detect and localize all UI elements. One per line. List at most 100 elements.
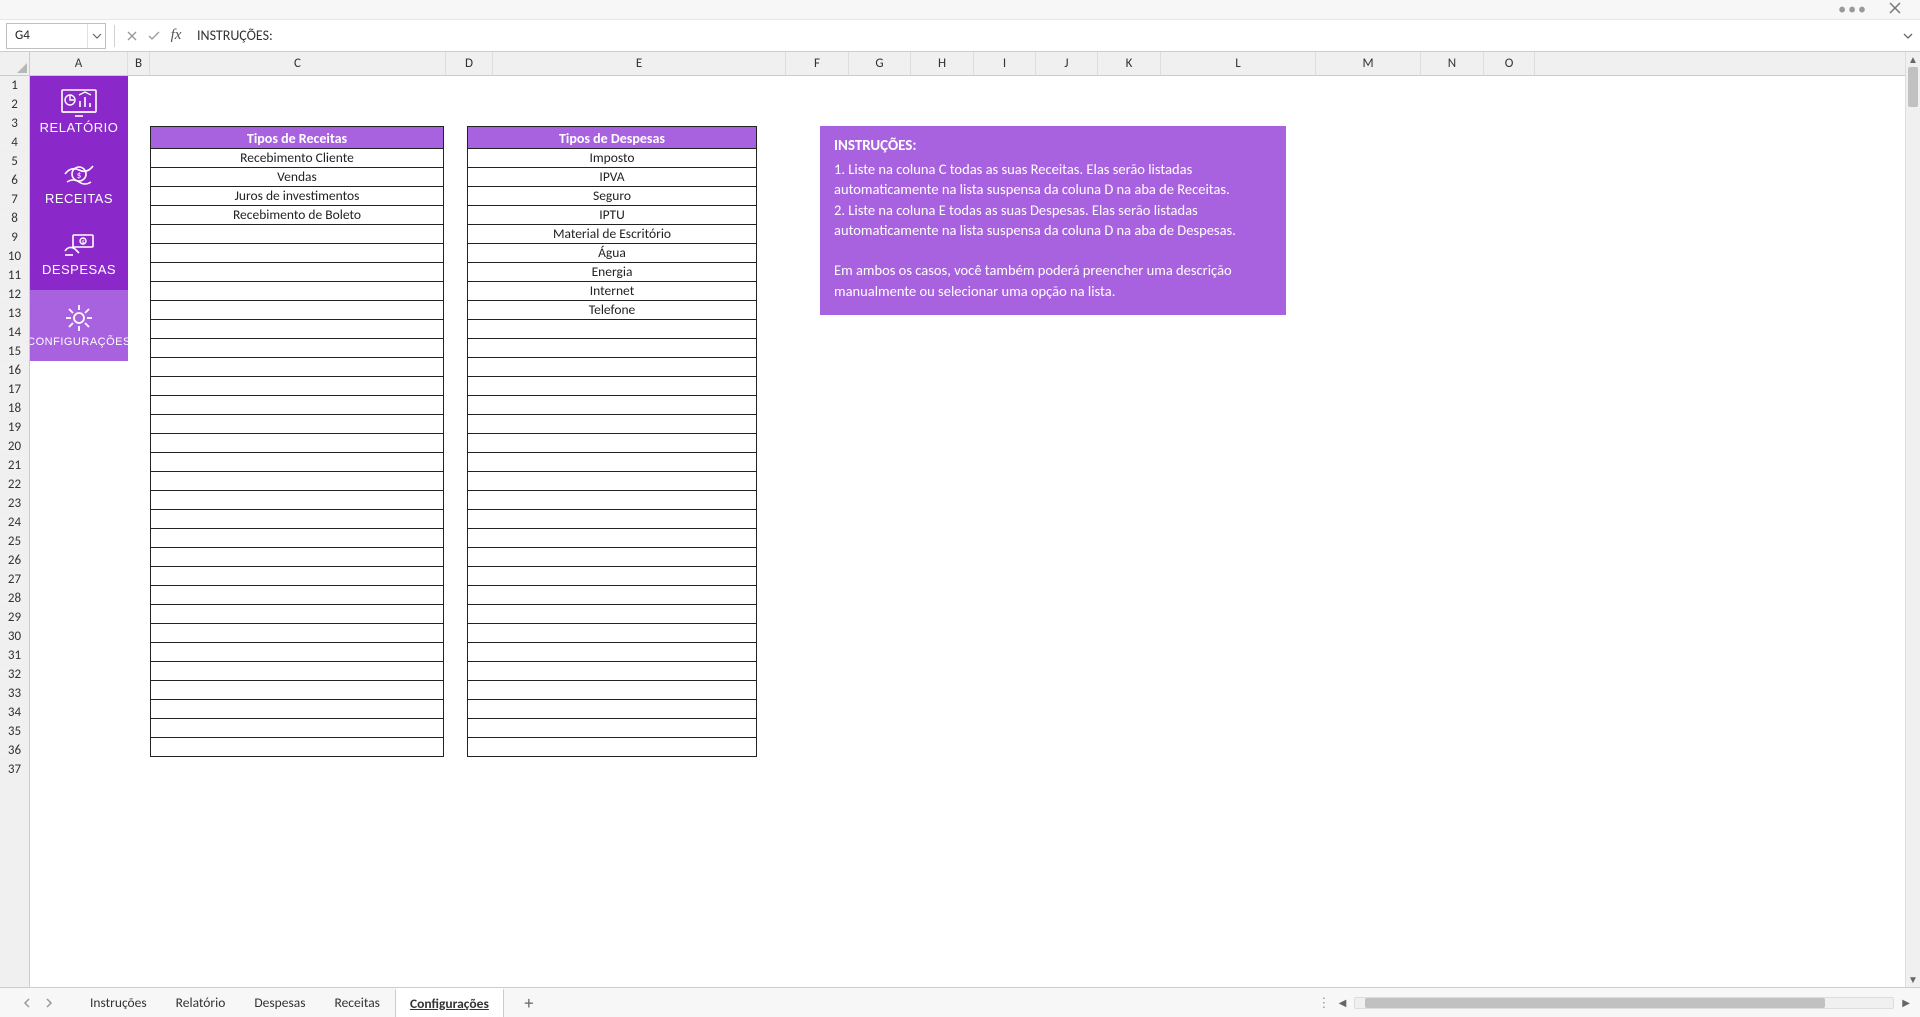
row-header-4[interactable]: 4	[0, 133, 29, 152]
row-header-9[interactable]: 9	[0, 228, 29, 247]
receitas-cell[interactable]	[150, 738, 444, 757]
receitas-cell[interactable]	[150, 491, 444, 510]
despesas-cell[interactable]	[467, 681, 757, 700]
horizontal-scrollbar[interactable]	[1354, 997, 1894, 1009]
row-header-28[interactable]: 28	[0, 589, 29, 608]
despesas-cell[interactable]	[467, 586, 757, 605]
despesas-cell[interactable]	[467, 358, 757, 377]
receitas-cell[interactable]: Recebimento de Boleto	[150, 206, 444, 225]
receitas-cell[interactable]: Juros de investimentos	[150, 187, 444, 206]
insert-function-button[interactable]: fx	[165, 25, 187, 47]
despesas-cell[interactable]	[467, 396, 757, 415]
receitas-cell[interactable]: Recebimento Cliente	[150, 149, 444, 168]
cell-grid[interactable]: RELATÓRIO $ RECEITAS $	[30, 76, 1905, 987]
row-header-23[interactable]: 23	[0, 494, 29, 513]
despesas-cell[interactable]	[467, 548, 757, 567]
row-header-12[interactable]: 12	[0, 285, 29, 304]
receitas-cell[interactable]	[150, 624, 444, 643]
row-header-26[interactable]: 26	[0, 551, 29, 570]
receitas-cell[interactable]: Vendas	[150, 168, 444, 187]
tab-next-button[interactable]	[40, 994, 58, 1012]
row-header-24[interactable]: 24	[0, 513, 29, 532]
row-header-7[interactable]: 7	[0, 190, 29, 209]
horizontal-scroll-thumb[interactable]	[1365, 998, 1825, 1008]
receitas-cell[interactable]	[150, 662, 444, 681]
despesas-cell[interactable]: Água	[467, 244, 757, 263]
row-header-30[interactable]: 30	[0, 627, 29, 646]
receitas-cell[interactable]	[150, 301, 444, 320]
receitas-cell[interactable]	[150, 244, 444, 263]
row-header-13[interactable]: 13	[0, 304, 29, 323]
despesas-cell[interactable]: Internet	[467, 282, 757, 301]
despesas-cell[interactable]: IPTU	[467, 206, 757, 225]
row-header-21[interactable]: 21	[0, 456, 29, 475]
scroll-down-arrow[interactable]: ▼	[1906, 972, 1920, 987]
receitas-cell[interactable]	[150, 415, 444, 434]
row-header-10[interactable]: 10	[0, 247, 29, 266]
despesas-cell[interactable]	[467, 529, 757, 548]
nav-receitas[interactable]: $ RECEITAS	[30, 147, 128, 218]
column-headers[interactable]: ABCDEFGHIJKLMNO	[30, 52, 1905, 76]
despesas-cell[interactable]: Energia	[467, 263, 757, 282]
despesas-cell[interactable]	[467, 738, 757, 757]
despesas-cell[interactable]	[467, 415, 757, 434]
row-header-20[interactable]: 20	[0, 437, 29, 456]
tab-split-handle[interactable]: ⋮	[1317, 994, 1331, 1011]
receitas-cell[interactable]	[150, 377, 444, 396]
column-header-L[interactable]: L	[1161, 52, 1316, 75]
vertical-scroll-thumb[interactable]	[1908, 67, 1918, 107]
receitas-cell[interactable]	[150, 263, 444, 282]
despesas-cell[interactable]: IPVA	[467, 168, 757, 187]
column-header-G[interactable]: G	[849, 52, 911, 75]
column-header-J[interactable]: J	[1036, 52, 1098, 75]
row-header-19[interactable]: 19	[0, 418, 29, 437]
column-header-C[interactable]: C	[150, 52, 446, 75]
nav-despesas[interactable]: $ DESPESAS	[30, 219, 128, 290]
column-header-A[interactable]: A	[30, 52, 128, 75]
column-header-I[interactable]: I	[974, 52, 1036, 75]
row-headers[interactable]: 1234567891011121314151617181920212223242…	[0, 76, 30, 987]
column-header-H[interactable]: H	[911, 52, 974, 75]
sheet-tab-instruções[interactable]: Instruções	[76, 988, 162, 1017]
row-header-35[interactable]: 35	[0, 722, 29, 741]
row-header-31[interactable]: 31	[0, 646, 29, 665]
receitas-cell[interactable]	[150, 225, 444, 244]
receitas-cell[interactable]	[150, 548, 444, 567]
despesas-cell[interactable]	[467, 510, 757, 529]
despesas-cell[interactable]	[467, 377, 757, 396]
column-header-M[interactable]: M	[1316, 52, 1421, 75]
vertical-scrollbar[interactable]: ▲ ▼	[1905, 52, 1920, 987]
receitas-cell[interactable]	[150, 282, 444, 301]
hscroll-left-arrow[interactable]: ◀	[1339, 996, 1347, 1009]
row-header-22[interactable]: 22	[0, 475, 29, 494]
row-header-32[interactable]: 32	[0, 665, 29, 684]
despesas-cell[interactable]	[467, 567, 757, 586]
despesas-cell[interactable]	[467, 719, 757, 738]
receitas-cell[interactable]	[150, 605, 444, 624]
row-header-6[interactable]: 6	[0, 171, 29, 190]
receitas-cell[interactable]	[150, 586, 444, 605]
add-sheet-button[interactable]: +	[514, 992, 544, 1014]
name-box[interactable]: G4	[6, 23, 106, 49]
sheet-tab-despesas[interactable]: Despesas	[240, 988, 320, 1017]
row-header-18[interactable]: 18	[0, 399, 29, 418]
receitas-cell[interactable]	[150, 320, 444, 339]
receitas-cell[interactable]	[150, 339, 444, 358]
select-all-corner[interactable]	[0, 52, 30, 76]
despesas-cell[interactable]	[467, 434, 757, 453]
row-header-33[interactable]: 33	[0, 684, 29, 703]
column-header-O[interactable]: O	[1484, 52, 1535, 75]
receitas-cell[interactable]	[150, 681, 444, 700]
sheet-tab-configurações[interactable]: Configurações	[395, 988, 504, 1017]
row-header-25[interactable]: 25	[0, 532, 29, 551]
receitas-cell[interactable]	[150, 453, 444, 472]
row-header-37[interactable]: 37	[0, 760, 29, 779]
column-header-E[interactable]: E	[493, 52, 786, 75]
despesas-cell[interactable]	[467, 643, 757, 662]
formula-cancel-button[interactable]	[121, 25, 143, 47]
row-header-16[interactable]: 16	[0, 361, 29, 380]
receitas-cell[interactable]	[150, 434, 444, 453]
column-header-K[interactable]: K	[1098, 52, 1161, 75]
row-header-14[interactable]: 14	[0, 323, 29, 342]
row-header-1[interactable]: 1	[0, 76, 29, 95]
